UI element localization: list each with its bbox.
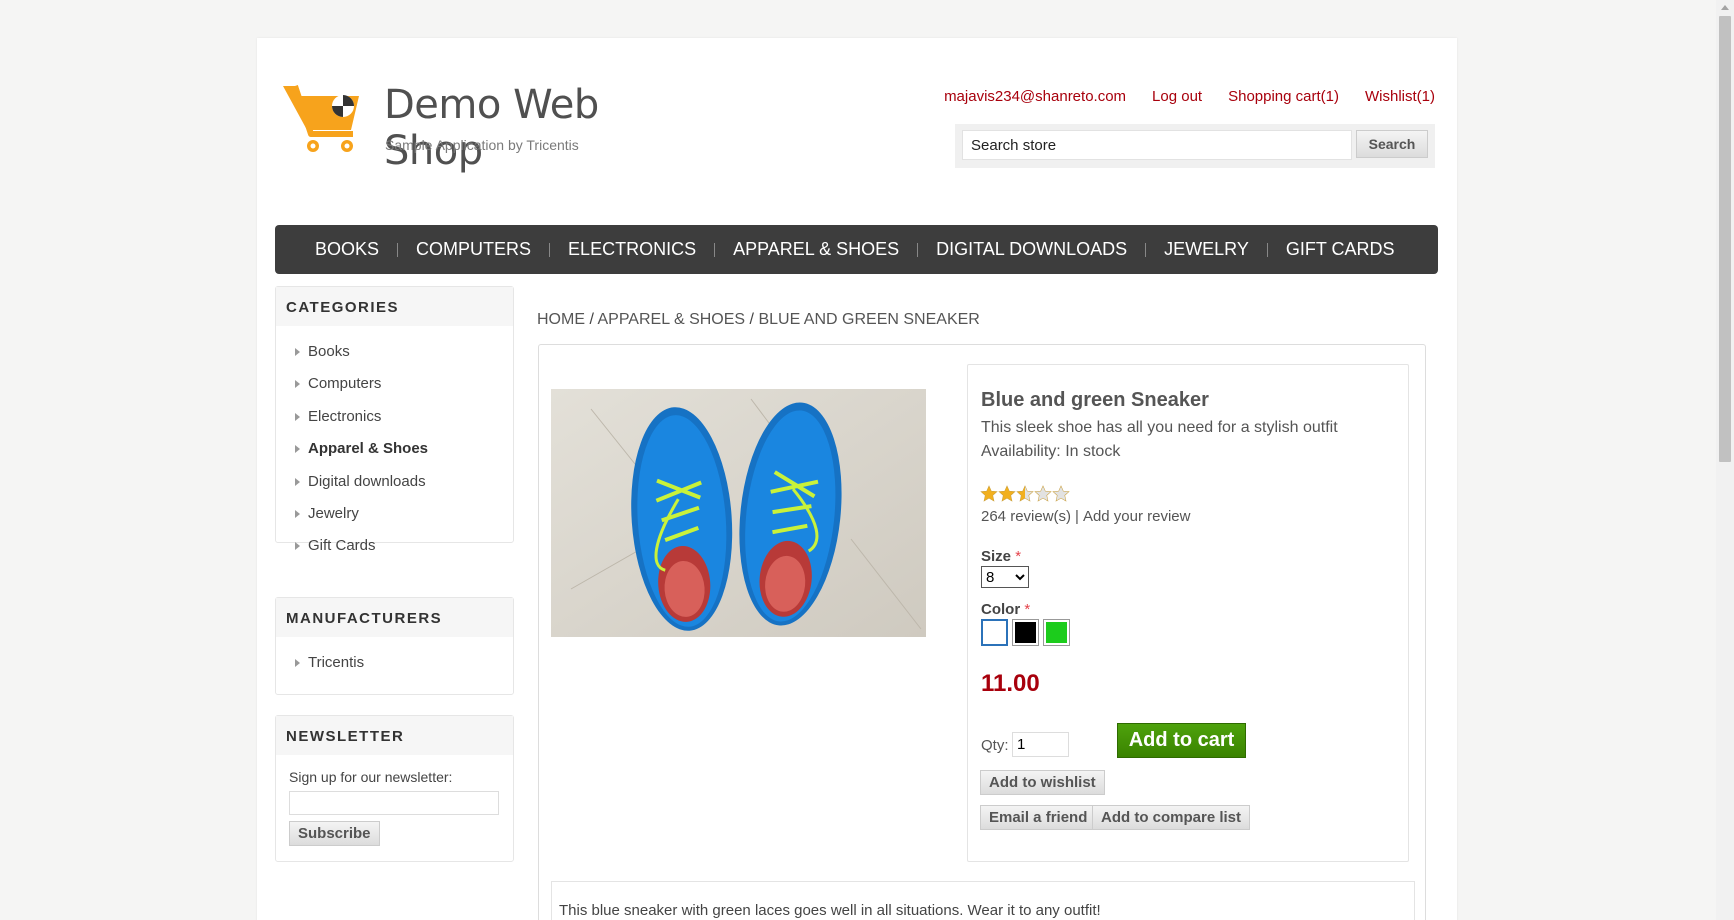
star-icon: [1034, 485, 1052, 502]
account-link[interactable]: majavis234@shanreto.com: [944, 88, 1126, 105]
category-item-gift-cards[interactable]: Gift Cards: [294, 530, 513, 562]
menu-item-apparel-shoes[interactable]: APPAREL & SHOES: [715, 239, 917, 260]
newsletter-block: NEWSLETTER Sign up for our newsletter: S…: [275, 715, 514, 862]
header-links: majavis234@shanreto.com Log out Shopping…: [944, 88, 1435, 105]
breadcrumb: HOME / APPAREL & SHOES / BLUE AND GREEN …: [537, 311, 980, 329]
menu-item-jewelry[interactable]: JEWELRY: [1146, 239, 1267, 260]
menu-item-computers[interactable]: COMPUTERS: [398, 239, 549, 260]
newsletter-email-field[interactable]: [289, 791, 499, 815]
qty-label: Qty:: [981, 737, 1009, 754]
product-price: 11.00: [981, 670, 1040, 697]
required-marker: *: [1024, 601, 1031, 618]
star-icon: [980, 485, 998, 502]
category-item-books[interactable]: Books: [294, 336, 513, 368]
product-short-description: This sleek shoe has all you need for a s…: [981, 419, 1338, 436]
scroll-up-arrow-icon[interactable]: [1721, 5, 1729, 10]
manufacturers-block: MANUFACTURERS Tricentis: [275, 597, 514, 695]
breadcrumb-home[interactable]: HOME: [537, 311, 585, 328]
product-image[interactable]: [551, 389, 926, 637]
wishlist-link[interactable]: Wishlist(1): [1365, 88, 1435, 105]
full-description: This blue sneaker with green laces goes …: [551, 881, 1415, 920]
product-overview: Blue and green Sneaker This sleek shoe h…: [967, 364, 1409, 862]
star-icon: [998, 485, 1016, 502]
category-item-digital-downloads[interactable]: Digital downloads: [294, 466, 513, 498]
category-item-jewelry[interactable]: Jewelry: [294, 498, 513, 530]
star-icon: [1016, 485, 1034, 502]
add-to-cart-button[interactable]: Add to cart: [1117, 723, 1246, 758]
required-marker: *: [1015, 548, 1022, 565]
color-swatch-white[interactable]: [981, 619, 1008, 646]
shop-title: Demo Web Shop: [384, 82, 599, 174]
menu-item-digital-downloads[interactable]: DIGITAL DOWNLOADS: [918, 239, 1145, 260]
shopping-cart-link[interactable]: Shopping cart(1): [1228, 88, 1339, 105]
color-swatches: [981, 619, 1070, 646]
breadcrumb-separator: /: [749, 311, 754, 328]
shop-logo[interactable]: Demo Web Shop Sample Application by Tric…: [281, 82, 661, 194]
manufacturers-list: Tricentis: [276, 637, 513, 691]
reviews-line: 264 review(s) | Add your review: [981, 508, 1191, 525]
color-swatch-green[interactable]: [1043, 619, 1070, 646]
full-description-text: This blue sneaker with green laces goes …: [559, 902, 1101, 919]
sneaker-photo-icon: [551, 389, 926, 637]
manufacturers-title: MANUFACTURERS: [276, 598, 513, 637]
shopping-cart-logo-icon: [283, 85, 359, 152]
category-item-electronics[interactable]: Electronics: [294, 401, 513, 433]
category-item-apparel-shoes[interactable]: Apparel & Shoes: [294, 433, 513, 465]
rating-stars: [980, 485, 1070, 502]
email-friend-button[interactable]: Email a friend: [980, 805, 1097, 830]
size-select[interactable]: 8: [981, 566, 1029, 588]
categories-block: CATEGORIES Books Computers Electronics A…: [275, 286, 514, 554]
breadcrumb-category[interactable]: APPAREL & SHOES: [597, 311, 745, 328]
product-name: Blue and green Sneaker: [981, 389, 1209, 411]
qty-input[interactable]: [1012, 732, 1069, 757]
reviews-separator: |: [1075, 508, 1079, 525]
category-item-computers[interactable]: Computers: [294, 368, 513, 400]
shop-subtitle: Sample Application by Tricentis: [385, 137, 579, 153]
add-to-wishlist-button[interactable]: Add to wishlist: [980, 770, 1105, 795]
add-review-link[interactable]: Add your review: [1083, 508, 1191, 525]
categories-list: Books Computers Electronics Apparel & Sh…: [276, 326, 513, 575]
size-label: Size *: [981, 548, 1022, 565]
scrollbar-thumb[interactable]: [1719, 16, 1731, 462]
menu-item-gift-cards[interactable]: GIFT CARDS: [1268, 239, 1413, 260]
product-details: Blue and green Sneaker This sleek shoe h…: [538, 344, 1426, 920]
manufacturer-item-tricentis[interactable]: Tricentis: [294, 647, 513, 679]
search-input[interactable]: [962, 130, 1352, 160]
menu-item-electronics[interactable]: ELECTRONICS: [550, 239, 714, 260]
categories-title: CATEGORIES: [276, 287, 513, 326]
newsletter-label: Sign up for our newsletter:: [289, 769, 453, 785]
reviews-count-link[interactable]: 264 review(s): [981, 508, 1071, 525]
add-to-compare-button[interactable]: Add to compare list: [1092, 805, 1251, 830]
color-swatch-black[interactable]: [1012, 619, 1039, 646]
color-label: Color *: [981, 601, 1031, 618]
menu-item-books[interactable]: BOOKS: [297, 239, 397, 260]
product-availability: Availability: In stock: [981, 443, 1121, 460]
breadcrumb-separator: /: [589, 311, 594, 328]
page-container: Demo Web Shop Sample Application by Tric…: [257, 38, 1457, 920]
top-menu: BOOKS COMPUTERS ELECTRONICS APPAREL & SH…: [275, 225, 1438, 274]
breadcrumb-current: BLUE AND GREEN SNEAKER: [758, 311, 980, 328]
search-button[interactable]: Search: [1356, 130, 1428, 158]
logout-link[interactable]: Log out: [1152, 88, 1202, 105]
newsletter-title: NEWSLETTER: [276, 716, 513, 755]
vertical-scrollbar[interactable]: [1716, 0, 1734, 920]
subscribe-button[interactable]: Subscribe: [289, 821, 380, 846]
star-icon: [1052, 485, 1070, 502]
search-box: Search: [955, 124, 1435, 168]
